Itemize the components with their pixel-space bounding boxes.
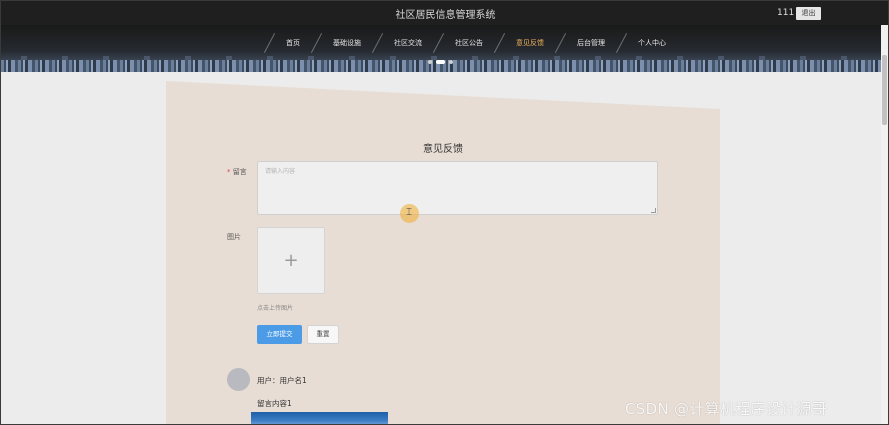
nav-item-home[interactable]: 首页	[270, 36, 316, 50]
nav-item-infrastructure[interactable]: 基础设施	[317, 36, 377, 50]
message-textarea[interactable]: 请输入内容	[257, 161, 658, 215]
nav-item-announcements[interactable]: 社区公告	[439, 36, 499, 50]
carousel-dot[interactable]	[449, 60, 453, 64]
scrollbar-thumb[interactable]	[882, 55, 887, 125]
watermark: CSDN @计算机程序设计源哥	[625, 400, 828, 418]
current-user-name: 111	[777, 8, 795, 18]
nav-item-feedback[interactable]: 意见反馈	[500, 36, 560, 50]
upload-hint: 点击上传图片	[257, 305, 294, 312]
site-title: 社区居民信息管理系统	[395, 10, 496, 21]
logout-button[interactable]: 退出	[796, 7, 821, 20]
nav-item-admin[interactable]: 后台管理	[561, 36, 621, 50]
text-cursor-icon: ⌶	[406, 207, 412, 218]
comment-image	[251, 412, 388, 424]
main-nav: 首页 基础设施 社区交流 社区公告 意见反馈 后台管理 个人中心	[263, 33, 682, 53]
avatar	[227, 368, 250, 391]
message-placeholder: 请输入内容	[265, 168, 296, 175]
page-scrollbar[interactable]	[881, 25, 888, 424]
comment-username: 用户：用户名1	[257, 376, 307, 385]
message-label-row: * 留言	[227, 167, 247, 177]
submit-button[interactable]: 立即提交	[257, 325, 302, 344]
carousel-indicators	[428, 60, 453, 64]
top-bar: 社区居民信息管理系统 111 退出	[1, 1, 888, 25]
resize-handle-icon[interactable]	[651, 208, 656, 213]
feedback-panel	[166, 81, 720, 424]
page-title: 意见反馈	[423, 144, 463, 155]
banner: 首页 基础设施 社区交流 社区公告 意见反馈 后台管理 个人中心	[1, 25, 888, 72]
image-upload-box[interactable]: +	[257, 227, 325, 294]
message-label: 留言	[232, 168, 247, 176]
nav-item-profile[interactable]: 个人中心	[622, 36, 682, 50]
nav-item-community-exchange[interactable]: 社区交流	[378, 36, 438, 50]
image-label: 图片	[227, 233, 241, 241]
carousel-dot-active[interactable]	[436, 60, 445, 64]
browser-viewport: 社区居民信息管理系统 111 退出 首页 基础设施 社区交流 社区公告 意见反馈…	[0, 0, 889, 425]
carousel-dot[interactable]	[428, 60, 432, 64]
comment-content: 留言内容1	[257, 399, 292, 408]
plus-icon: +	[283, 250, 299, 271]
required-mark: *	[227, 168, 231, 176]
reset-button[interactable]: 重置	[307, 325, 339, 344]
